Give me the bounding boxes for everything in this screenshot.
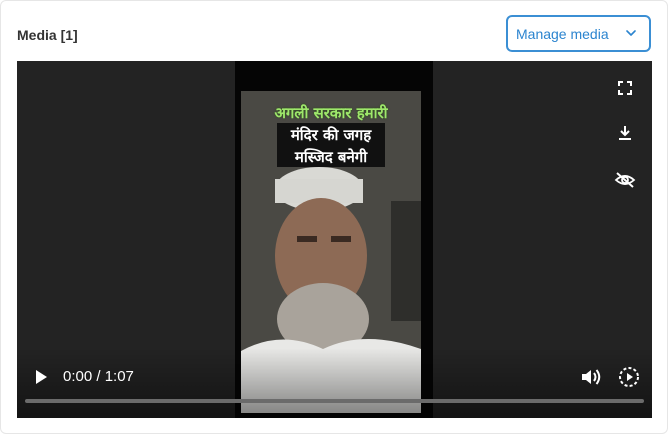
volume-icon[interactable]: [579, 366, 603, 388]
chevron-down-icon: [626, 30, 636, 36]
fullscreen-icon[interactable]: [615, 78, 635, 98]
download-icon[interactable]: [615, 123, 635, 143]
caption-line-3: मस्जिद बनेगी: [294, 148, 368, 166]
caption-line-2: मंदिर की जगह: [290, 126, 372, 144]
playback-speed-icon[interactable]: [617, 366, 641, 388]
time-display: 0:00 / 1:07: [63, 368, 134, 385]
progress-bar[interactable]: [25, 399, 644, 403]
manage-media-button[interactable]: Manage media: [506, 15, 651, 52]
video-player[interactable]: अगली सरकार हमारी मंदिर की जगह मस्जिद बने…: [17, 61, 652, 418]
manage-media-label: Manage media: [516, 25, 609, 42]
media-title: Media [1]: [17, 27, 78, 43]
media-panel: Media [1] Manage media अगली सरकार हमारी …: [0, 0, 668, 434]
caption-line-1: अगली सरकार हमारी: [274, 104, 388, 122]
eye-off-icon[interactable]: [613, 169, 637, 191]
play-icon[interactable]: [31, 367, 51, 387]
media-header: Media [1] Manage media: [17, 15, 651, 53]
